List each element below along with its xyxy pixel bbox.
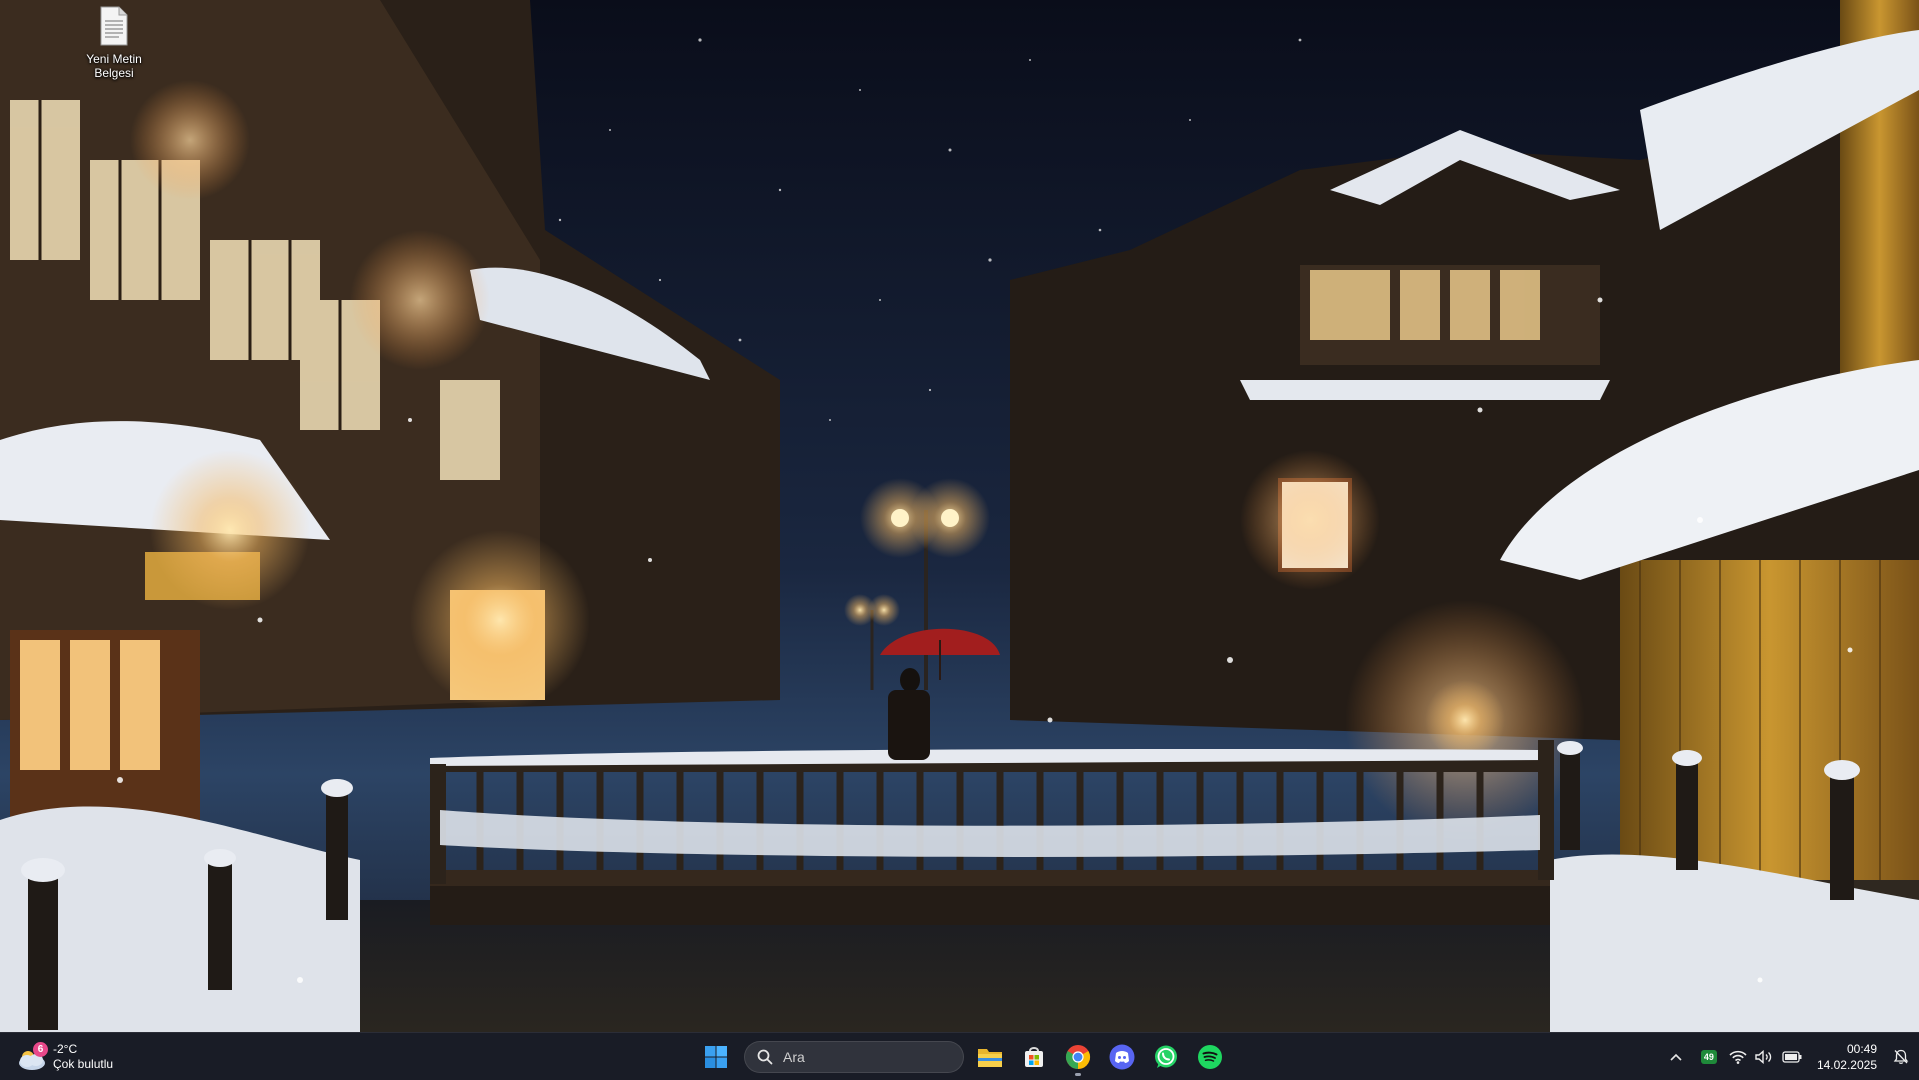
weather-alert-badge: 6: [33, 1042, 48, 1057]
taskbar-center-group: [696, 1037, 1234, 1077]
volume-control[interactable]: [1751, 1033, 1777, 1080]
running-indicator: [1075, 1073, 1081, 1076]
desktop-icon-label: Yeni Metin Belgesi: [86, 52, 142, 80]
clock[interactable]: 00:49 14.02.2025: [1817, 1041, 1877, 1073]
taskbar: 6 -2°C Çok bulutlu Ara 49 00:49 14.02.20…: [0, 1032, 1919, 1080]
windows-start-icon: [705, 1046, 727, 1068]
show-hidden-icons-button[interactable]: [1659, 1033, 1693, 1080]
notification-bell-icon: [1893, 1049, 1909, 1064]
discord-icon: [1109, 1044, 1135, 1070]
taskbar-app-microsoft-store[interactable]: [1014, 1037, 1054, 1077]
speaker-icon: [1755, 1049, 1772, 1064]
start-button[interactable]: [696, 1037, 736, 1077]
folder-icon: [978, 1049, 1002, 1067]
system-tray: 49 00:49 14.02.2025: [1659, 1033, 1919, 1080]
weather-temperature: -2°C: [53, 1042, 78, 1056]
desktop-icon-text-document[interactable]: Yeni Metin Belgesi: [78, 6, 150, 80]
store-icon: [1025, 1047, 1043, 1067]
text-document-icon: [99, 6, 129, 46]
spotify-icon: [1198, 1045, 1222, 1069]
weather-condition: Çok bulutlu: [53, 1057, 114, 1071]
taskbar-app-file-explorer[interactable]: [970, 1037, 1010, 1077]
cloudy-weather-icon: 6: [14, 1039, 50, 1075]
weather-widget[interactable]: 6 -2°C Çok bulutlu: [14, 1038, 154, 1076]
desktop-wallpaper: [0, 0, 1919, 1032]
tray-app-icon[interactable]: 49: [1693, 1033, 1725, 1080]
search-box[interactable]: [744, 1041, 964, 1073]
search-icon: [757, 1049, 773, 1065]
taskbar-app-spotify[interactable]: [1190, 1037, 1230, 1077]
tray-app-badge: 49: [1700, 1049, 1717, 1064]
notifications-button[interactable]: [1887, 1033, 1915, 1080]
taskbar-app-chrome[interactable]: [1058, 1037, 1098, 1077]
battery-status[interactable]: [1777, 1033, 1807, 1080]
wifi-status[interactable]: [1725, 1033, 1751, 1080]
taskbar-app-discord[interactable]: [1102, 1037, 1142, 1077]
wifi-icon: [1729, 1050, 1747, 1064]
chevron-up-icon: [1670, 1053, 1682, 1061]
clock-time: 00:49: [1846, 1041, 1877, 1056]
battery-icon: [1782, 1050, 1802, 1063]
chrome-icon: [1065, 1045, 1091, 1069]
taskbar-app-whatsapp[interactable]: [1146, 1037, 1186, 1077]
clock-date: 14.02.2025: [1816, 1057, 1877, 1072]
search-input[interactable]: [781, 1048, 945, 1066]
whatsapp-icon: [1155, 1045, 1177, 1068]
